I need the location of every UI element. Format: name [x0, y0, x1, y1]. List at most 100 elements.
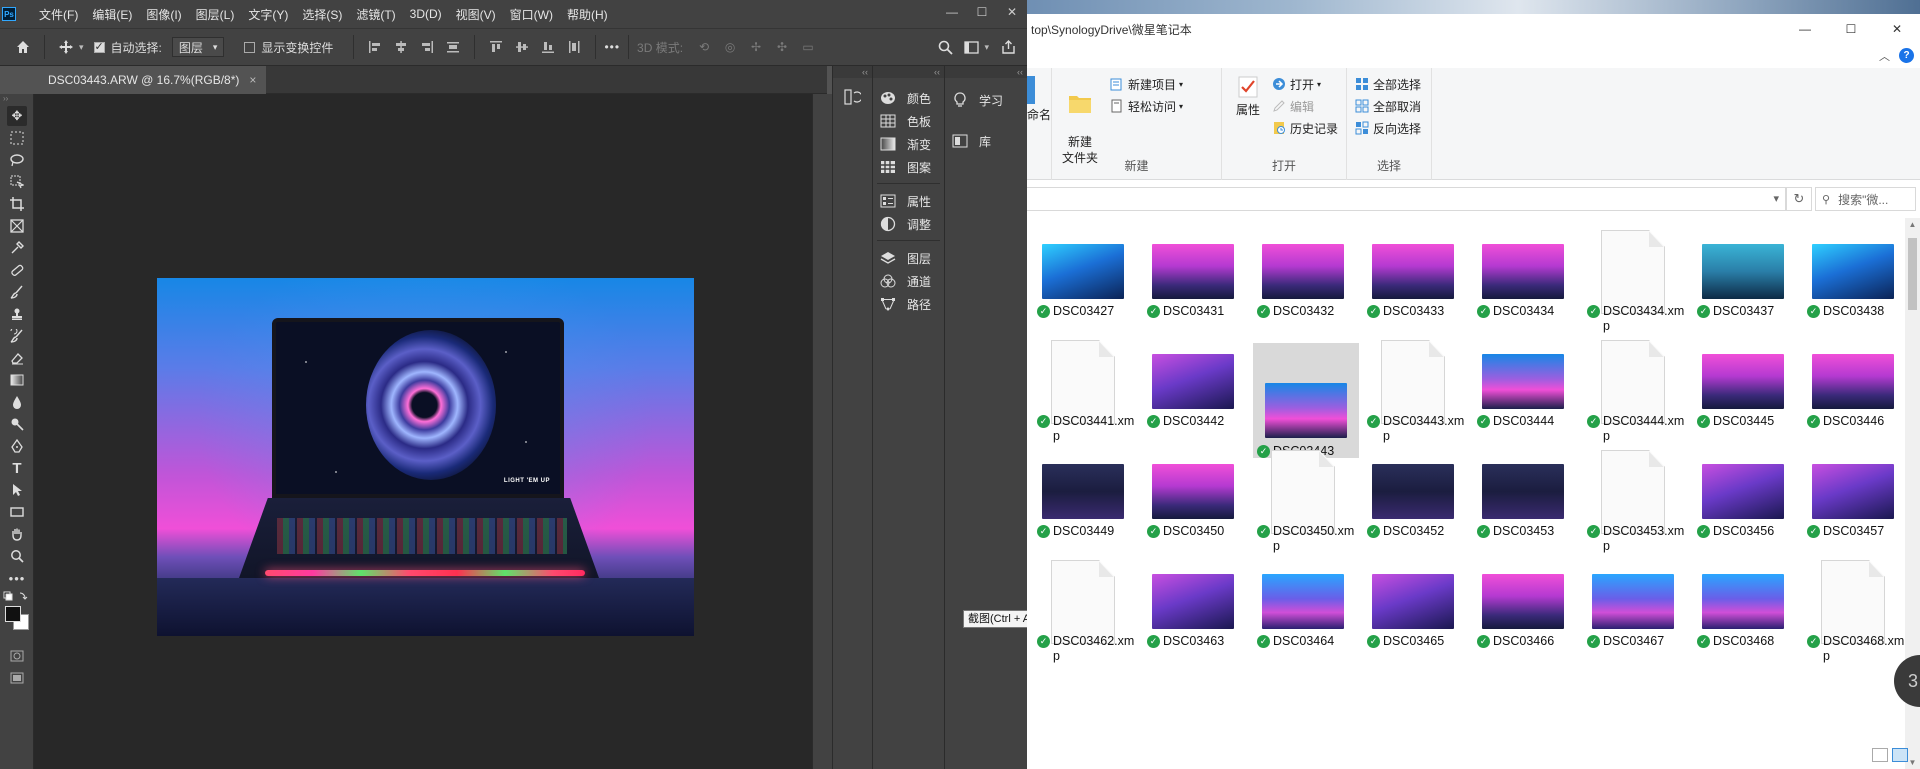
align-right-icon[interactable]: [414, 34, 440, 60]
file-item[interactable]: ✓ DSC03444.xmp: [1583, 340, 1689, 466]
distribute-icon[interactable]: [440, 34, 466, 60]
file-item[interactable]: ✓ DSC03452: [1363, 458, 1469, 576]
panel-properties[interactable]: 属性: [879, 189, 931, 213]
panel-color[interactable]: 颜色: [879, 86, 931, 110]
file-item[interactable]: ✓ DSC03437: [1693, 238, 1799, 356]
auto-select-dropdown[interactable]: 图层 ▾: [171, 37, 225, 57]
help-icon[interactable]: ?: [1899, 48, 1914, 63]
3d-roll-icon[interactable]: ◎: [717, 34, 743, 60]
file-item[interactable]: ✓ DSC03431: [1143, 238, 1249, 356]
file-item[interactable]: ✓ DSC03467: [1583, 568, 1689, 686]
history-panel-icon[interactable]: [843, 88, 863, 108]
move-tool-icon[interactable]: ✥: [7, 106, 27, 126]
align-left-icon[interactable]: [362, 34, 388, 60]
file-item[interactable]: ✓ DSC03453: [1473, 458, 1579, 576]
ps-maximize-button[interactable]: ☐: [967, 0, 997, 24]
path-selection-tool-icon[interactable]: [7, 480, 27, 500]
frame-tool-icon[interactable]: [7, 216, 27, 236]
new-folder-button[interactable]: 新建 文件夹: [1058, 74, 1102, 166]
menu-filter[interactable]: 滤镜(T): [349, 6, 402, 23]
menu-type[interactable]: 文字(Y): [241, 6, 295, 23]
file-item[interactable]: ✓ DSC03427: [1033, 238, 1139, 356]
align-center-icon[interactable]: [388, 34, 414, 60]
workspace-icon[interactable]: [958, 34, 984, 60]
invert-selection-button[interactable]: 反向选择: [1355, 118, 1421, 138]
document-canvas-image[interactable]: LIGHT 'EM UP: [157, 278, 694, 636]
distribute-vertical-icon[interactable]: [561, 34, 587, 60]
align-bottom-icon[interactable]: [535, 34, 561, 60]
blur-tool-icon[interactable]: [7, 392, 27, 412]
menu-select[interactable]: 选择(S): [295, 6, 349, 23]
explorer-close-button[interactable]: ✕: [1874, 14, 1920, 44]
panel-collapse-icon[interactable]: ‹‹: [833, 66, 872, 78]
menu-help[interactable]: 帮助(H): [560, 6, 615, 23]
stamp-tool-icon[interactable]: [7, 304, 27, 324]
new-item-button[interactable]: 新建项目 ▾: [1110, 74, 1183, 94]
brush-tool-icon[interactable]: [7, 282, 27, 302]
align-top-icon[interactable]: [483, 34, 509, 60]
object-selection-tool-icon[interactable]: [7, 172, 27, 192]
file-item[interactable]: ✓ DSC03443.xmp: [1363, 340, 1469, 466]
dodge-tool-icon[interactable]: [7, 414, 27, 434]
workspace-chevron-icon[interactable]: ▾: [984, 42, 989, 53]
ps-close-button[interactable]: ✕: [997, 0, 1027, 24]
properties-button[interactable]: 属性: [1226, 74, 1270, 118]
select-all-button[interactable]: 全部选择: [1355, 74, 1421, 94]
file-item[interactable]: ✓ DSC03438: [1803, 238, 1905, 356]
3d-orbit-icon[interactable]: ⟲: [691, 34, 717, 60]
screen-mode-icon[interactable]: [7, 668, 27, 688]
easy-access-button[interactable]: 轻松访问 ▾: [1110, 96, 1183, 116]
file-item[interactable]: ✓DSC03443: [1253, 343, 1359, 458]
eraser-tool-icon[interactable]: [7, 348, 27, 368]
menu-window[interactable]: 窗口(W): [503, 6, 560, 23]
close-tab-icon[interactable]: ×: [249, 73, 256, 87]
panel-gradients[interactable]: 渐变: [879, 132, 931, 156]
toolbar-collapse-icon[interactable]: ››: [0, 94, 34, 104]
file-item[interactable]: ✓ DSC03450: [1143, 458, 1249, 576]
file-item[interactable]: ✓ DSC03434: [1473, 238, 1579, 356]
file-item[interactable]: ✓ DSC03468.xmp: [1803, 560, 1905, 686]
panel-adjustments[interactable]: 调整: [879, 212, 931, 236]
panel-libraries[interactable]: 库: [951, 129, 991, 153]
edit-button[interactable]: 编辑: [1272, 96, 1314, 116]
rectangle-tool-icon[interactable]: [7, 502, 27, 522]
lasso-tool-icon[interactable]: [7, 150, 27, 170]
marquee-tool-icon[interactable]: [7, 128, 27, 148]
panel-patterns[interactable]: 图案: [879, 155, 931, 179]
panel-channels[interactable]: 通道: [879, 269, 931, 293]
foreground-color-swatch[interactable]: [5, 606, 21, 622]
file-item[interactable]: ✓ DSC03457: [1803, 458, 1905, 576]
search-icon[interactable]: [932, 34, 958, 60]
search-box[interactable]: ⚲ 搜索"微...: [1815, 187, 1916, 211]
explorer-minimize-button[interactable]: —: [1782, 14, 1828, 44]
pen-tool-icon[interactable]: [7, 436, 27, 456]
file-item[interactable]: ✓ DSC03468: [1693, 568, 1799, 686]
show-transform-checkbox[interactable]: [244, 41, 256, 53]
file-item[interactable]: ✓ DSC03456: [1693, 458, 1799, 576]
file-item[interactable]: ✓ DSC03450.xmp: [1253, 450, 1359, 576]
explorer-maximize-button[interactable]: ☐: [1828, 14, 1874, 44]
file-item[interactable]: ✓ DSC03444: [1473, 348, 1579, 466]
home-icon[interactable]: [10, 34, 36, 60]
panel-layers[interactable]: 图层: [879, 246, 931, 270]
history-button[interactable]: 历史记录: [1272, 118, 1338, 138]
zoom-tool-icon[interactable]: [7, 546, 27, 566]
panel-collapse-icon[interactable]: ‹‹: [945, 66, 1027, 78]
file-item[interactable]: ✓ DSC03445: [1693, 348, 1799, 466]
menu-view[interactable]: 视图(V): [449, 6, 503, 23]
ps-vertical-scrollbar[interactable]: [812, 94, 832, 769]
file-item[interactable]: ✓ DSC03434.xmp: [1583, 230, 1689, 356]
file-item[interactable]: ✓ DSC03464: [1253, 568, 1359, 686]
menu-3d[interactable]: 3D(D): [403, 7, 449, 21]
move-tool-icon[interactable]: [53, 34, 79, 60]
panel-collapse-icon[interactable]: ‹‹: [873, 66, 944, 78]
file-item[interactable]: ✓ DSC03466: [1473, 568, 1579, 686]
details-view-icon[interactable]: [1872, 748, 1888, 762]
chevron-down-icon[interactable]: ▾: [1773, 192, 1779, 205]
address-bar[interactable]: ▾: [1027, 187, 1786, 211]
refresh-icon[interactable]: ↻: [1786, 187, 1812, 211]
file-item[interactable]: ✓ DSC03433: [1363, 238, 1469, 356]
menu-file[interactable]: 文件(F): [32, 6, 85, 23]
hand-tool-icon[interactable]: [7, 524, 27, 544]
share-icon[interactable]: [995, 34, 1021, 60]
